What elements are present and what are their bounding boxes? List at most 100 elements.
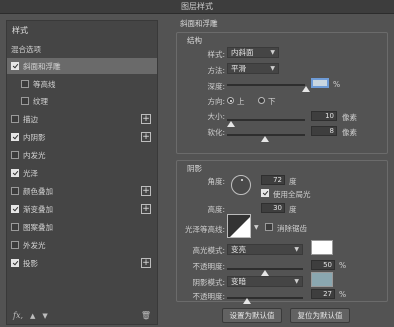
depth-slider[interactable] xyxy=(227,84,305,86)
structure-title: 结构 xyxy=(187,36,202,45)
gradient-overlay-checkbox[interactable] xyxy=(11,205,19,213)
contour-checkbox[interactable] xyxy=(21,80,29,88)
depth-input[interactable] xyxy=(311,78,329,88)
style-item-color-overlay[interactable]: 颜色叠加 + xyxy=(7,183,157,199)
move-down-icon[interactable]: ▼ xyxy=(42,312,47,320)
inner-shadow-checkbox[interactable] xyxy=(11,133,19,141)
add-stroke-button[interactable]: + xyxy=(141,114,151,124)
style-item-label: 斜面和浮雕 xyxy=(23,61,61,71)
color-overlay-checkbox[interactable] xyxy=(11,187,19,195)
direction-up-label: 上 xyxy=(237,97,245,106)
shading-group: 阴影 角度: 72 度 使用全局光 高度: 30 度 光泽等高线: ▼ 消除锯齿… xyxy=(176,160,388,304)
direction-label: 方向: xyxy=(207,97,225,106)
highlight-mode-value: 变亮 xyxy=(231,245,246,254)
style-select[interactable]: 内斜面 ▼ xyxy=(227,47,279,58)
size-slider[interactable] xyxy=(227,119,305,121)
technique-select[interactable]: 平滑 ▼ xyxy=(227,63,279,74)
style-item-pattern-overlay[interactable]: 图案叠加 xyxy=(7,219,157,235)
styles-header[interactable]: 样式 xyxy=(12,25,28,36)
angle-input[interactable]: 72 xyxy=(261,175,285,185)
style-item-label: 纹理 xyxy=(33,96,48,106)
style-select-value: 内斜面 xyxy=(231,48,254,57)
add-drop-shadow-button[interactable]: + xyxy=(141,258,151,268)
pattern-overlay-checkbox[interactable] xyxy=(11,223,19,231)
style-item-satin[interactable]: 光泽 xyxy=(7,165,157,181)
highlight-mode-select[interactable]: 变亮 ▼ xyxy=(227,244,303,255)
bevel-checkbox[interactable] xyxy=(11,62,19,70)
inner-glow-checkbox[interactable] xyxy=(11,151,19,159)
gloss-contour-preview[interactable] xyxy=(227,214,251,238)
style-item-inner-glow[interactable]: 内发光 xyxy=(7,147,157,163)
shadow-mode-select[interactable]: 变暗 ▼ xyxy=(227,276,303,287)
size-unit: 像素 xyxy=(342,113,357,122)
anti-alias-checkbox[interactable] xyxy=(265,223,273,231)
gloss-contour-label: 光泽等高线: xyxy=(184,225,225,234)
style-item-gradient-overlay[interactable]: 渐变叠加 + xyxy=(7,201,157,217)
style-item-inner-shadow[interactable]: 内阴影 + xyxy=(7,129,157,145)
stroke-checkbox[interactable] xyxy=(11,115,19,123)
add-inner-shadow-button[interactable]: + xyxy=(141,132,151,142)
direction-down-label: 下 xyxy=(268,97,276,106)
highlight-opacity-label: 不透明度: xyxy=(192,262,225,271)
add-color-overlay-button[interactable]: + xyxy=(141,186,151,196)
direction-down-radio[interactable] xyxy=(258,97,265,104)
shadow-opacity-input[interactable]: 27 xyxy=(311,289,335,299)
shadow-opacity-label: 不透明度: xyxy=(192,292,225,301)
style-item-contour[interactable]: 等高线 xyxy=(7,76,157,92)
soften-input[interactable]: 8 xyxy=(311,126,337,136)
styles-panel: 样式 混合选项 斜面和浮雕 等高线 纹理 描边 + 内阴影 + 内发光 光泽 颜… xyxy=(6,20,158,325)
anti-alias-label: 消除锯齿 xyxy=(277,224,307,233)
style-item-bevel[interactable]: 斜面和浮雕 xyxy=(7,58,157,74)
style-item-outer-glow[interactable]: 外发光 xyxy=(7,237,157,253)
soften-slider-thumb[interactable] xyxy=(261,136,269,142)
global-light-label: 使用全局光 xyxy=(273,190,311,199)
shading-title: 阴影 xyxy=(187,164,202,173)
blend-options-item[interactable]: 混合选项 xyxy=(7,41,157,57)
size-label: 大小: xyxy=(207,112,225,121)
global-light-checkbox[interactable] xyxy=(261,189,269,197)
depth-slider-thumb[interactable] xyxy=(302,86,310,92)
reset-default-button[interactable]: 复位为默认值 xyxy=(290,308,350,323)
blend-options-label: 混合选项 xyxy=(11,44,41,54)
move-up-icon[interactable]: ▲ xyxy=(30,312,35,320)
trash-icon[interactable]: 🗑 xyxy=(141,311,151,320)
bevel-section-title: 斜面和浮雕 xyxy=(180,19,218,28)
size-slider-thumb[interactable] xyxy=(227,121,235,127)
style-item-label: 内阴影 xyxy=(23,132,46,142)
style-item-label: 颜色叠加 xyxy=(23,186,53,196)
style-item-stroke[interactable]: 描边 + xyxy=(7,111,157,127)
depth-unit: % xyxy=(333,80,341,89)
angle-unit: 度 xyxy=(289,177,297,186)
settings-panel: 斜面和浮雕 结构 样式: 内斜面 ▼ 方法: 平滑 ▼ 深度: % 方向: 上 下 … xyxy=(170,14,394,327)
angle-dial-dot xyxy=(241,179,243,181)
depth-label: 深度: xyxy=(207,82,225,91)
shadow-opacity-slider[interactable] xyxy=(227,297,303,299)
angle-dial[interactable] xyxy=(231,175,251,195)
style-item-texture[interactable]: 纹理 xyxy=(7,93,157,109)
satin-checkbox[interactable] xyxy=(11,169,19,177)
style-item-label: 投影 xyxy=(23,258,38,268)
drop-shadow-checkbox[interactable] xyxy=(11,259,19,267)
soften-unit: 像素 xyxy=(342,128,357,137)
altitude-unit: 度 xyxy=(289,205,297,214)
shadow-opacity-slider-thumb[interactable] xyxy=(243,298,251,304)
direction-up-radio[interactable] xyxy=(227,97,234,104)
highlight-color-swatch[interactable] xyxy=(311,240,333,255)
texture-checkbox[interactable] xyxy=(21,97,29,105)
style-item-label: 图案叠加 xyxy=(23,222,53,232)
size-input[interactable]: 10 xyxy=(311,111,337,121)
add-gradient-overlay-button[interactable]: + xyxy=(141,204,151,214)
set-default-button[interactable]: 设置为默认值 xyxy=(222,308,282,323)
shadow-mode-value: 变暗 xyxy=(231,277,246,286)
altitude-input[interactable]: 30 xyxy=(261,203,285,213)
highlight-mode-label: 高光模式: xyxy=(192,246,225,255)
angle-label: 角度: xyxy=(207,177,225,186)
shadow-color-swatch[interactable] xyxy=(311,272,333,287)
outer-glow-checkbox[interactable] xyxy=(11,241,19,249)
highlight-opacity-unit: % xyxy=(339,261,347,270)
technique-select-value: 平滑 xyxy=(231,64,246,73)
style-item-drop-shadow[interactable]: 投影 + xyxy=(7,255,157,271)
chevron-down-icon[interactable]: ▼ xyxy=(254,224,259,231)
fx-icon[interactable]: fx, xyxy=(13,311,23,320)
highlight-opacity-input[interactable]: 50 xyxy=(311,260,335,270)
